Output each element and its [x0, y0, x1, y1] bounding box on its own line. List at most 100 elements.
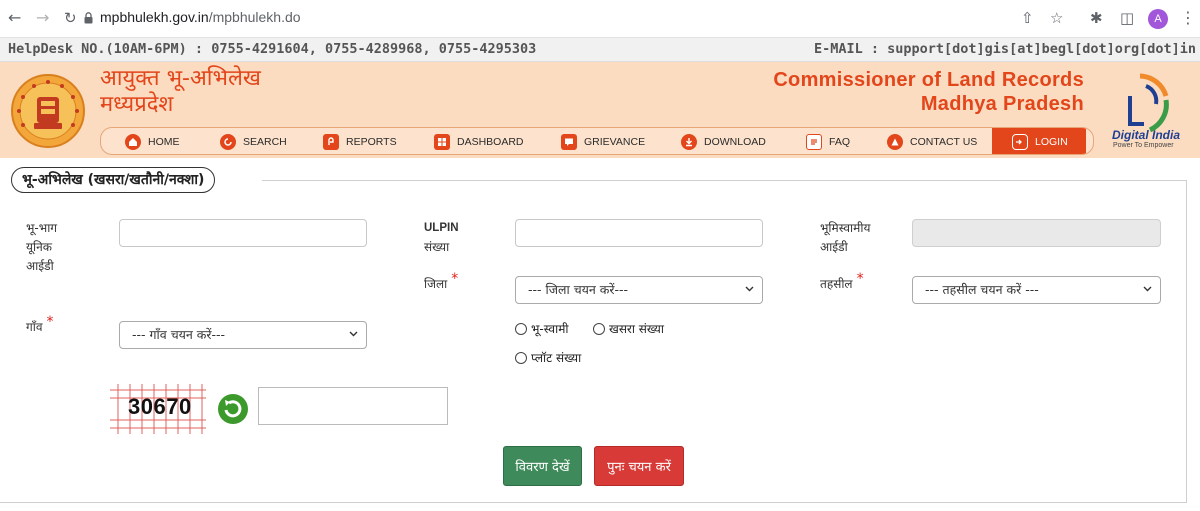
bookmark-star-icon[interactable]: ☆: [1050, 9, 1063, 27]
login-icon: [1012, 134, 1028, 150]
site-header: आयुक्त भू-अभिलेख मध्यप्रदेश Commissioner…: [0, 62, 1200, 158]
page-root: ← → ↻ mpbhulekh.gov.in/mpbhulekh.do ⇧ ☆ …: [0, 0, 1200, 511]
digital-india-tagline: Power To Empower: [1113, 142, 1174, 149]
nav-reports-label: REPORTS: [346, 136, 397, 148]
radio-plot-circle[interactable]: [515, 351, 527, 364]
chevron-down-icon: [349, 331, 358, 337]
nav-grievance-label: GRIEVANCE: [584, 136, 646, 148]
tehsil-select[interactable]: --- तहसील चयन करें ---: [912, 276, 1161, 304]
side-panel-icon[interactable]: ◫: [1120, 9, 1134, 27]
grievance-icon: [561, 134, 577, 150]
nav-login[interactable]: LOGIN: [992, 128, 1086, 154]
profile-avatar[interactable]: A: [1148, 9, 1168, 29]
fieldset-border-right: [1186, 180, 1187, 502]
ulpin-label-line2: संख्या: [424, 240, 450, 254]
section-title: भू-अभिलेख (खसरा/खतौनी/नक्शा): [11, 167, 216, 193]
bhubhag-id-input[interactable]: [119, 219, 367, 247]
nav-download-label: DOWNLOAD: [704, 136, 766, 148]
header-hindi-title: आयुक्त भू-अभिलेख मध्यप्रदेश: [100, 66, 261, 118]
captcha-input[interactable]: [258, 387, 448, 425]
nav-download[interactable]: DOWNLOAD: [681, 128, 766, 154]
url-path: /mpbhulekh.do: [208, 9, 301, 25]
ulpin-label: ULPIN संख्या: [424, 219, 459, 257]
nav-search[interactable]: SEARCH: [220, 128, 287, 154]
helpdesk-phone-text: HelpDesk NO.(10AM-6PM) : 0755-4291604, 0…: [8, 41, 537, 57]
owner-id-label-line2: आईडी: [820, 240, 848, 254]
lock-icon: [84, 12, 93, 24]
header-hindi-line2: मध्यप्रदेश: [100, 92, 174, 117]
address-bar[interactable]: mpbhulekh.gov.in/mpbhulekh.do: [100, 9, 301, 25]
nav-contact-label: CONTACT US: [910, 136, 978, 148]
digital-india-text: Digital India: [1112, 128, 1181, 142]
url-host: mpbhulekh.gov.in: [100, 9, 209, 25]
faq-icon: [806, 134, 822, 150]
tehsil-label-wrap: तहसील *: [820, 271, 864, 294]
contact-icon: [887, 134, 903, 150]
village-select-value: --- गाँव चयन करें---: [132, 327, 226, 342]
bhubhag-id-label-line3: आईडी: [26, 259, 54, 273]
nav-search-label: SEARCH: [243, 136, 287, 148]
radio-khasra[interactable]: खसरा संख्या: [593, 320, 664, 337]
back-icon[interactable]: ←: [8, 8, 21, 28]
nav-faq-label: FAQ: [829, 136, 851, 148]
nav-reports[interactable]: REPORTS: [323, 128, 397, 154]
village-required-mark: *: [46, 314, 54, 330]
village-select[interactable]: --- गाँव चयन करें---: [119, 321, 367, 349]
helpdesk-bar: HelpDesk NO.(10AM-6PM) : 0755-4291604, 0…: [0, 38, 1200, 62]
nav-grievance[interactable]: GRIEVANCE: [561, 128, 646, 154]
bhubhag-id-label-line1: भू-भाग: [26, 221, 58, 235]
header-english-title: Commissioner of Land Records Madhya Prad…: [773, 68, 1084, 116]
more-menu-icon[interactable]: ⋮: [1180, 8, 1196, 27]
fieldset-border-top: [262, 180, 1187, 181]
ulpin-input[interactable]: [515, 219, 763, 247]
district-label: जिला: [424, 277, 448, 291]
nav-home[interactable]: HOME: [125, 128, 180, 154]
district-select[interactable]: --- जिला चयन करें---: [515, 276, 763, 304]
chevron-down-icon: [745, 286, 754, 292]
share-icon[interactable]: ⇧: [1021, 9, 1034, 27]
tehsil-required-mark: *: [856, 271, 864, 287]
nav-dashboard[interactable]: DASHBOARD: [434, 128, 524, 154]
home-icon: [125, 134, 141, 150]
main-nav: HOME SEARCH REPORTS DASHBOARD GRIEVANCE …: [100, 127, 1094, 155]
district-label-wrap: जिला *: [424, 271, 458, 294]
radio-owner[interactable]: भू-स्वामी: [515, 320, 569, 337]
header-hindi-line1: आयुक्त भू-अभिलेख: [100, 66, 261, 91]
district-required-mark: *: [451, 271, 459, 287]
dashboard-icon: [434, 134, 450, 150]
reload-icon[interactable]: ↻: [64, 8, 77, 28]
view-details-button[interactable]: विवरण देखें: [503, 446, 582, 486]
radio-owner-circle[interactable]: [515, 322, 527, 335]
mp-emblem-logo: [11, 74, 85, 148]
owner-id-label: भूमिस्वामीय आईडी: [820, 219, 870, 257]
radio-owner-label: भू-स्वामी: [531, 322, 569, 336]
nav-home-label: HOME: [148, 136, 180, 148]
village-label-wrap: गाँव *: [26, 314, 54, 337]
tehsil-select-value: --- तहसील चयन करें ---: [925, 282, 1039, 297]
refresh-captcha-icon[interactable]: [216, 392, 250, 426]
nav-faq[interactable]: FAQ: [806, 128, 851, 154]
owner-id-label-line1: भूमिस्वामीय: [820, 221, 871, 235]
header-english-line1: Commissioner of Land Records: [773, 69, 1084, 91]
nav-dashboard-label: DASHBOARD: [457, 136, 524, 148]
bhubhag-id-label-line2: यूनिक: [26, 240, 52, 254]
radio-plot-label: प्लॉट संख्या: [531, 351, 582, 365]
radio-plot[interactable]: प्लॉट संख्या: [515, 349, 581, 366]
owner-id-input[interactable]: [912, 219, 1161, 247]
tehsil-label: तहसील: [820, 277, 853, 291]
reset-selection-button[interactable]: पुनः चयन करें: [594, 446, 684, 486]
header-english-line2: Madhya Pradesh: [920, 93, 1084, 115]
nav-contact[interactable]: CONTACT US: [887, 128, 978, 154]
nav-login-label: LOGIN: [1035, 136, 1068, 148]
download-icon: [681, 134, 697, 150]
radio-khasra-circle[interactable]: [593, 322, 605, 335]
village-label: गाँव: [26, 320, 43, 334]
extensions-icon[interactable]: ✱: [1090, 9, 1103, 27]
radio-khasra-label: खसरा संख्या: [609, 322, 664, 336]
fieldset-border-bottom: [0, 502, 1187, 503]
forward-icon[interactable]: →: [36, 8, 49, 28]
district-select-value: --- जिला चयन करें---: [528, 282, 629, 297]
ulpin-label-line1: ULPIN: [424, 222, 459, 234]
search-refresh-icon: [220, 134, 236, 150]
chevron-down-icon: [1143, 286, 1152, 292]
